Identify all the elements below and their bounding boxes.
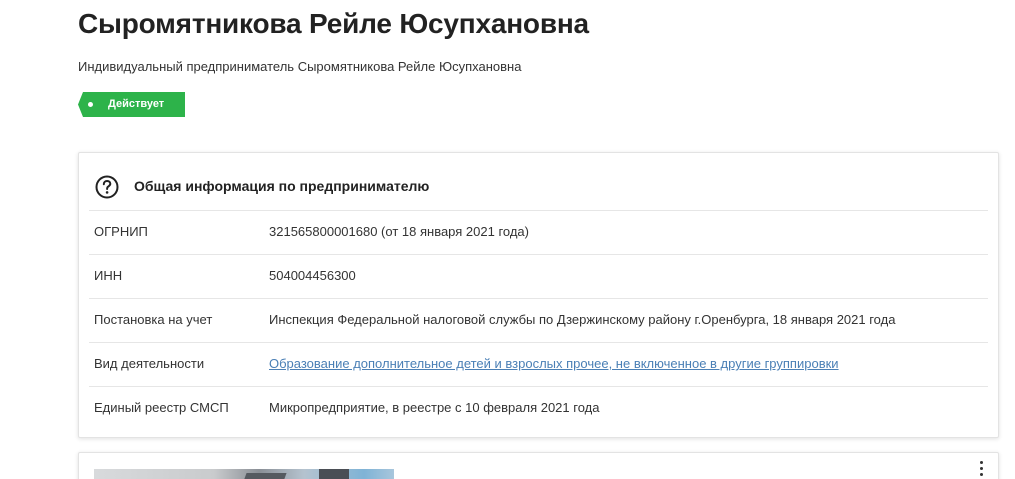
status-badge-label: Действует (108, 98, 165, 110)
info-row-value: Образование дополнительное детей и взрос… (269, 356, 839, 371)
entity-full-title: Индивидуальный предприниматель Сыромятни… (78, 59, 522, 74)
card-title: Общая информация по предпринимателю (134, 178, 430, 194)
info-row-activity: Вид деятельности Образование дополнитель… (89, 342, 988, 386)
card-thumbnail-image[interactable] (94, 469, 394, 479)
info-row-value: 504004456300 (269, 268, 356, 283)
info-row-registration: Постановка на учет Инспекция Федеральной… (89, 298, 988, 342)
info-row-inn: ИНН 504004456300 (89, 254, 988, 298)
info-row-smsp: Единый реестр СМСП Микропредприятие, в р… (89, 386, 988, 430)
page-title: Сыромятникова Рейле Юсупхановна (78, 8, 589, 39)
info-row-value: Инспекция Федеральной налоговой службы п… (269, 312, 896, 327)
info-row-label: ИНН (94, 268, 123, 283)
info-row-label: Вид деятельности (94, 356, 205, 371)
secondary-card (78, 452, 999, 479)
status-dot-icon (88, 102, 93, 107)
kebab-menu-icon[interactable] (978, 461, 984, 479)
info-row-ogrnip: ОГРНИП 321565800001680 (от 18 января 202… (89, 210, 988, 254)
question-circle-icon[interactable] (94, 174, 120, 200)
info-row-value: Микропредприятие, в реестре с 10 февраля… (269, 400, 600, 415)
info-row-label: Единый реестр СМСП (94, 400, 229, 415)
page: Сыромятникова Рейле Юсупхановна Индивиду… (0, 0, 1015, 479)
status-badge: Действует (78, 92, 185, 117)
general-info-card: Общая информация по предпринимателю ОГРН… (78, 152, 999, 438)
info-row-label: ОГРНИП (94, 224, 148, 239)
card-header: Общая информация по предпринимателю (94, 174, 694, 200)
info-table: ОГРНИП 321565800001680 (от 18 января 202… (79, 210, 998, 430)
activity-link[interactable]: Образование дополнительное детей и взрос… (269, 356, 839, 371)
info-row-value: 321565800001680 (от 18 января 2021 года) (269, 224, 529, 239)
info-row-label: Постановка на учет (94, 312, 213, 327)
